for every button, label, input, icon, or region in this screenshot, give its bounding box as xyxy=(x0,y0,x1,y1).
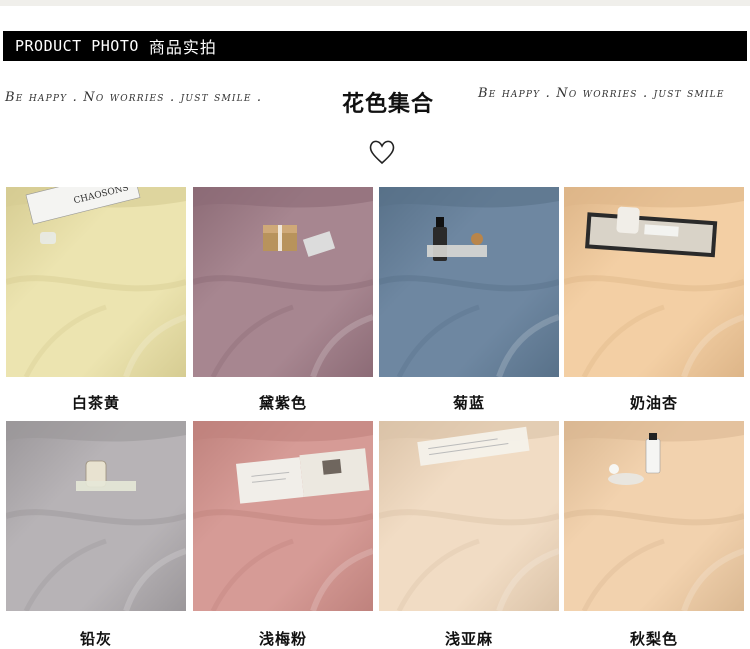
product-photo xyxy=(564,187,744,377)
product-color-name: 秋梨色 xyxy=(629,630,678,648)
product-color-name: 白茶黄 xyxy=(71,394,120,412)
product-grid: CHAOSONS 白茶黄 黛紫色 菊蓝 奶油杏铅灰 浅梅粉 浅亚麻 秋梨色 xyxy=(0,0,750,648)
product-photo xyxy=(379,421,559,611)
product-photo xyxy=(6,421,186,611)
product-color-name: 浅梅粉 xyxy=(258,630,307,648)
product-photo: CHAOSONS xyxy=(6,187,186,377)
product-photo xyxy=(193,421,373,611)
product-photo xyxy=(564,421,744,611)
product-photo xyxy=(379,187,559,377)
product-photo xyxy=(193,187,373,377)
product-color-name: 黛紫色 xyxy=(258,394,307,412)
product-color-name: 奶油杏 xyxy=(629,394,678,412)
product-color-name: 浅亚麻 xyxy=(444,630,493,648)
product-color-name: 菊蓝 xyxy=(452,394,485,412)
product-color-name: 铅灰 xyxy=(79,630,112,648)
